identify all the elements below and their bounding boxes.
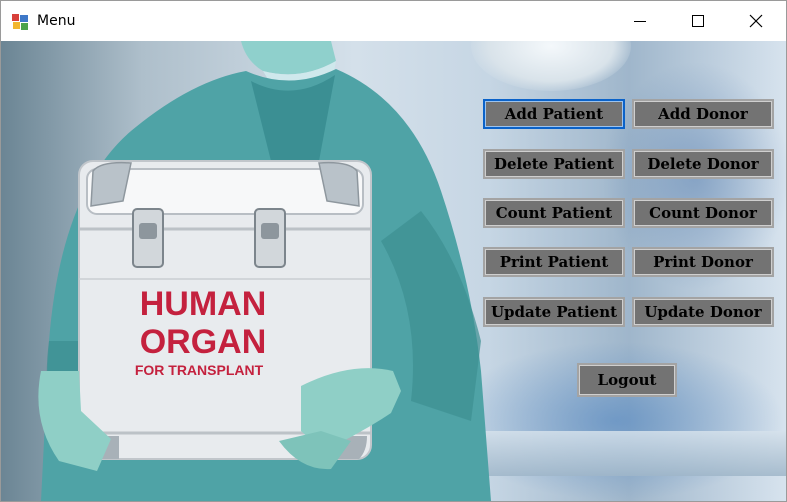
close-icon [749,14,763,28]
case-label-line3: FOR TRANSPLANT [135,362,264,378]
maximize-button[interactable] [669,1,727,41]
window-title: Menu [37,13,76,29]
update-donor-button[interactable]: Update Donor [632,297,774,327]
update-patient-button[interactable]: Update Patient [483,297,625,327]
delete-donor-button[interactable]: Delete Donor [632,149,774,179]
print-patient-button[interactable]: Print Patient [483,247,625,277]
delete-patient-button[interactable]: Delete Patient [483,149,625,179]
menu-window: Menu HUMAN ORGAN FOR TRANSPLANT Add Pati… [0,0,787,502]
surgeon-holding-organ-case-image: HUMAN ORGAN FOR TRANSPLANT [38,41,491,501]
case-label-line2: ORGAN [140,323,267,361]
print-donor-button[interactable]: Print Donor [632,247,774,277]
logout-button[interactable]: Logout [577,363,677,397]
add-donor-button[interactable]: Add Donor [632,99,774,129]
count-patient-button[interactable]: Count Patient [483,198,625,228]
maximize-icon [692,15,704,27]
close-button[interactable] [727,1,785,41]
case-label-line1: HUMAN [140,285,267,323]
count-donor-button[interactable]: Count Donor [632,198,774,228]
app-icon [12,14,28,30]
add-patient-button[interactable]: Add Patient [483,99,625,129]
title-bar[interactable]: Menu [1,1,786,41]
minimize-button[interactable] [611,1,669,41]
minimize-icon [634,21,646,22]
menu-client-area: HUMAN ORGAN FOR TRANSPLANT Add Patient A… [1,41,786,501]
